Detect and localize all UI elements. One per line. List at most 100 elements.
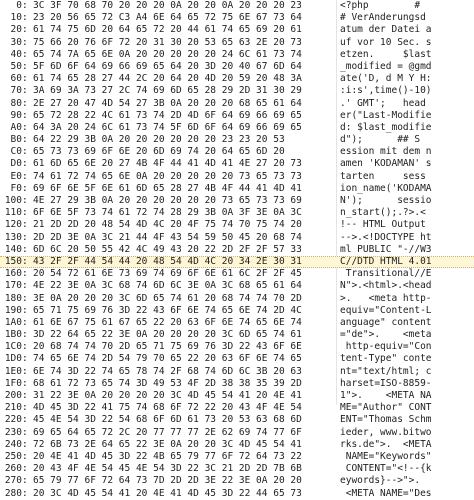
hex-row[interactable]: 240:72 6B 73 2E 64 65 22 3E 0A 20 20 3C … bbox=[0, 439, 474, 451]
ascii-text[interactable]: er("Last-Modifie bbox=[340, 110, 474, 122]
hex-bytes[interactable]: 75 66 20 76 6F 72 20 31 30 20 53 65 63 2… bbox=[33, 37, 333, 49]
hex-row[interactable]: 230:69 65 64 65 72 2C 20 77 77 77 2E 62 … bbox=[0, 427, 474, 439]
hex-row[interactable]: 0:3C 3F 70 68 70 20 20 20 0A 20 20 0A 20… bbox=[0, 0, 474, 12]
hex-bytes[interactable]: 20 4E 41 4D 45 3D 22 4B 65 79 77 6F 72 6… bbox=[33, 451, 333, 463]
hex-bytes[interactable]: 61 6D 65 6E 20 27 4B 4F 44 41 4D 41 4E 2… bbox=[33, 158, 333, 170]
ascii-text[interactable]: <META NAME="Des bbox=[340, 488, 474, 500]
hex-bytes[interactable]: 2E 27 20 47 4D 54 27 3B 0A 20 20 20 68 6… bbox=[33, 98, 333, 110]
hex-row[interactable]: 70:3A 69 3A 73 27 2C 74 69 6D 65 28 29 2… bbox=[0, 85, 474, 97]
ascii-text[interactable]: N'); sessio bbox=[340, 195, 474, 207]
hex-bytes[interactable]: 72 6B 73 2E 64 65 22 3E 0A 20 20 3C 4D 4… bbox=[33, 439, 333, 451]
hex-editor-view[interactable]: 0:3C 3F 70 68 70 20 20 20 0A 20 20 0A 20… bbox=[0, 0, 474, 499]
hex-bytes[interactable]: 4D 45 3D 22 41 75 74 68 6F 72 22 20 43 4… bbox=[33, 402, 333, 414]
ascii-text[interactable]: Transitional//E bbox=[340, 268, 474, 280]
hex-bytes[interactable]: 3C 3F 70 68 70 20 20 20 0A 20 20 0A 20 2… bbox=[33, 0, 333, 12]
hex-row[interactable]: 270:65 79 77 6F 72 64 73 7D 2D 2D 3E 22 … bbox=[0, 475, 474, 487]
ascii-text[interactable]: ion_name('KODAMA bbox=[340, 183, 474, 195]
hex-row[interactable]: 100:4E 27 29 3B 0A 20 20 20 20 20 20 73 … bbox=[0, 195, 474, 207]
hex-row[interactable]: A0:64 3A 20 24 6C 61 73 74 5F 6D 6F 64 6… bbox=[0, 122, 474, 134]
hex-row[interactable]: 210:4D 45 3D 22 41 75 74 68 6F 72 22 20 … bbox=[0, 402, 474, 414]
hex-bytes[interactable]: 65 71 75 69 76 3D 22 43 6F 6E 74 65 6E 7… bbox=[33, 305, 333, 317]
ascii-text[interactable]: tent-Type" conte bbox=[340, 353, 474, 365]
hex-row[interactable]: 130:2D 2D 3E 0A 3C 21 44 4F 43 54 59 50 … bbox=[0, 232, 474, 244]
hex-bytes[interactable]: 23 20 56 65 72 C3 A4 6E 64 65 72 75 6E 6… bbox=[33, 12, 333, 24]
hex-row[interactable]: C0:65 73 73 69 6F 6E 20 6D 69 74 20 64 6… bbox=[0, 146, 474, 158]
ascii-text[interactable]: rks.de">. <META bbox=[340, 439, 474, 451]
hex-row[interactable]: 140:6D 6C 20 50 55 42 4C 49 43 20 22 2D … bbox=[0, 244, 474, 256]
hex-row[interactable]: 200:31 22 3E 0A 20 20 20 20 3C 4D 45 54 … bbox=[0, 390, 474, 402]
ascii-text[interactable]: amen 'KODAMAN' s bbox=[340, 158, 474, 170]
ascii-text[interactable]: ENT="Thomas Schm bbox=[340, 414, 474, 426]
hex-bytes[interactable]: 64 3A 20 24 6C 61 73 74 5F 6D 6F 64 69 6… bbox=[33, 122, 333, 134]
hex-row[interactable]: 40:65 74 7A 65 6E 0A 20 20 20 20 20 24 6… bbox=[0, 49, 474, 61]
hex-bytes[interactable]: 69 65 64 65 72 2C 20 77 77 77 2E 62 69 7… bbox=[33, 427, 333, 439]
ascii-text[interactable]: tarten sess bbox=[340, 171, 474, 183]
ascii-text[interactable]: d: $last_modifie bbox=[340, 122, 474, 134]
hex-row[interactable]: 180:3E 0A 20 20 20 3C 6D 65 74 61 20 68 … bbox=[0, 293, 474, 305]
ascii-text[interactable]: # VerÄnderungsd bbox=[340, 12, 474, 24]
hex-bytes[interactable]: 20 68 74 74 70 2D 65 71 75 69 76 3D 22 4… bbox=[33, 341, 333, 353]
hex-bytes[interactable]: 68 61 72 73 65 74 3D 49 53 4F 2D 38 38 3… bbox=[33, 378, 333, 390]
hex-bytes[interactable]: 2D 2D 3E 0A 3C 21 44 4F 43 54 59 50 45 2… bbox=[33, 232, 333, 244]
ascii-text[interactable]: atum der Datei a bbox=[340, 24, 474, 36]
hex-bytes[interactable]: 69 6F 6E 5F 6E 61 6D 65 28 27 4B 4F 44 4… bbox=[33, 183, 333, 195]
ascii-text[interactable]: harset=ISO-8859- bbox=[340, 378, 474, 390]
hex-bytes[interactable]: 21 2D 2D 20 48 54 4D 4C 20 4F 75 74 70 7… bbox=[33, 219, 333, 231]
hex-row[interactable]: 1B0:3D 22 64 65 22 3E 0A 20 20 20 20 3C … bbox=[0, 329, 474, 341]
ascii-text[interactable]: C//DTD HTML 4.01 bbox=[340, 256, 474, 268]
hex-bytes[interactable]: 43 2F 2F 44 54 44 20 48 54 4D 4C 20 34 2… bbox=[33, 256, 333, 268]
hex-row[interactable]: 20:61 74 75 6D 20 64 65 72 20 44 61 74 6… bbox=[0, 24, 474, 36]
hex-bytes[interactable]: 61 74 75 6D 20 64 65 72 20 44 61 74 65 6… bbox=[33, 24, 333, 36]
hex-row[interactable]: 280:20 3C 4D 45 54 41 20 4E 41 4D 45 3D … bbox=[0, 488, 474, 500]
ascii-text[interactable]: etzen. $last bbox=[340, 49, 474, 61]
ascii-text[interactable]: equiv="Content-L bbox=[340, 305, 474, 317]
hex-row[interactable]: B0:64 22 29 3B 0A 20 20 20 20 20 20 23 2… bbox=[0, 134, 474, 146]
hex-row[interactable]: 220:45 4E 54 3D 22 54 68 6F 6D 61 73 20 … bbox=[0, 414, 474, 426]
hex-bytes[interactable]: 65 79 77 6F 72 64 73 7D 2D 2D 3E 22 3E 0… bbox=[33, 475, 333, 487]
hex-bytes[interactable]: 4E 27 29 3B 0A 20 20 20 20 20 20 73 65 7… bbox=[33, 195, 333, 207]
ascii-text[interactable]: ml PUBLIC "-//W3 bbox=[340, 244, 474, 256]
hex-bytes[interactable]: 20 54 72 61 6E 73 69 74 69 6F 6E 61 6C 2… bbox=[33, 268, 333, 280]
ascii-text[interactable]: eywords}-->">. bbox=[340, 475, 474, 487]
ascii-text[interactable]: CONTENT="<!--{k bbox=[340, 463, 474, 475]
hex-row[interactable]: F0:69 6F 6E 5F 6E 61 6D 65 28 27 4B 4F 4… bbox=[0, 183, 474, 195]
hex-row[interactable]: 1D0:74 65 6E 74 2D 54 79 70 65 22 20 63 … bbox=[0, 353, 474, 365]
hex-row-selected[interactable]: 150:43 2F 2F 44 54 44 20 48 54 4D 4C 20 … bbox=[0, 255, 474, 269]
hex-bytes[interactable]: 64 22 29 3B 0A 20 20 20 20 20 20 23 23 2… bbox=[33, 134, 333, 146]
hex-bytes[interactable]: 3D 22 64 65 22 3E 0A 20 20 20 20 3C 6D 6… bbox=[33, 329, 333, 341]
ascii-text[interactable]: -->.<!DOCTYPE ht bbox=[340, 232, 474, 244]
hex-bytes[interactable]: 20 3C 4D 45 54 41 20 4E 41 4D 45 3D 22 4… bbox=[33, 488, 333, 500]
hex-bytes[interactable]: 65 73 73 69 6F 6E 20 6D 69 74 20 64 65 6… bbox=[33, 146, 333, 158]
ascii-text[interactable]: 1">. <META NA bbox=[340, 390, 474, 402]
hex-row[interactable]: 80:2E 27 20 47 4D 54 27 3B 0A 20 20 20 6… bbox=[0, 98, 474, 110]
ascii-text[interactable]: uf vor 10 Sec. s bbox=[340, 37, 474, 49]
ascii-text[interactable]: ="de">. <meta bbox=[340, 329, 474, 341]
ascii-text[interactable]: :i:s',time()-10) bbox=[340, 85, 474, 97]
hex-row[interactable]: E0:74 61 72 74 65 6E 0A 20 20 20 20 20 7… bbox=[0, 171, 474, 183]
hex-row[interactable]: 1E0:6E 74 3D 22 74 65 78 74 2F 68 74 6D … bbox=[0, 366, 474, 378]
hex-bytes[interactable]: 65 72 28 22 4C 61 73 74 2D 4D 6F 64 69 6… bbox=[33, 110, 333, 122]
hex-row[interactable]: 120:21 2D 2D 20 48 54 4D 4C 20 4F 75 74 … bbox=[0, 219, 474, 231]
ascii-text[interactable]: nt="text/html; c bbox=[340, 366, 474, 378]
hex-bytes[interactable]: 3E 0A 20 20 20 3C 6D 65 74 61 20 68 74 7… bbox=[33, 293, 333, 305]
hex-row[interactable]: 170:4E 22 3E 0A 3C 68 74 6D 6C 3E 0A 3C … bbox=[0, 280, 474, 292]
hex-row[interactable]: D0:61 6D 65 6E 20 27 4B 4F 44 41 4D 41 4… bbox=[0, 158, 474, 170]
hex-row[interactable]: 160:20 54 72 61 6E 73 69 74 69 6F 6E 61 … bbox=[0, 268, 474, 280]
ascii-text[interactable]: NAME="Keywords" bbox=[340, 451, 474, 463]
hex-row[interactable]: 1C0:20 68 74 74 70 2D 65 71 75 69 76 3D … bbox=[0, 341, 474, 353]
ascii-text[interactable]: N">.<html>.<head bbox=[340, 280, 474, 292]
hex-row[interactable]: 30:75 66 20 76 6F 72 20 31 30 20 53 65 6… bbox=[0, 37, 474, 49]
hex-bytes[interactable]: 74 61 72 74 65 6E 0A 20 20 20 20 20 73 6… bbox=[33, 171, 333, 183]
hex-row[interactable]: 10:23 20 56 65 72 C3 A4 6E 64 65 72 75 6… bbox=[0, 12, 474, 24]
hex-bytes[interactable]: 65 74 7A 65 6E 0A 20 20 20 20 20 24 6C 6… bbox=[33, 49, 333, 61]
hex-row[interactable]: 110:6F 6E 5F 73 74 61 72 74 28 29 3B 0A … bbox=[0, 207, 474, 219]
ascii-text[interactable]: ME="Author" CONT bbox=[340, 402, 474, 414]
ascii-text[interactable]: n_start();.?>.< bbox=[340, 207, 474, 219]
hex-bytes[interactable]: 6F 6E 5F 73 74 61 72 74 28 29 3B 0A 3F 3… bbox=[33, 207, 333, 219]
hex-row[interactable]: 60:61 74 65 28 27 44 2C 20 64 20 4D 20 5… bbox=[0, 73, 474, 85]
hex-row[interactable]: 90:65 72 28 22 4C 61 73 74 2D 4D 6F 64 6… bbox=[0, 110, 474, 122]
hex-row[interactable]: 50:5F 6D 6F 64 69 66 69 65 64 20 3D 20 4… bbox=[0, 61, 474, 73]
ascii-text[interactable]: d"); ## S bbox=[340, 134, 474, 146]
hex-row[interactable]: 190:65 71 75 69 76 3D 22 43 6F 6E 74 65 … bbox=[0, 305, 474, 317]
hex-bytes[interactable]: 61 6E 67 75 61 67 65 22 20 63 6F 6E 74 6… bbox=[33, 317, 333, 329]
